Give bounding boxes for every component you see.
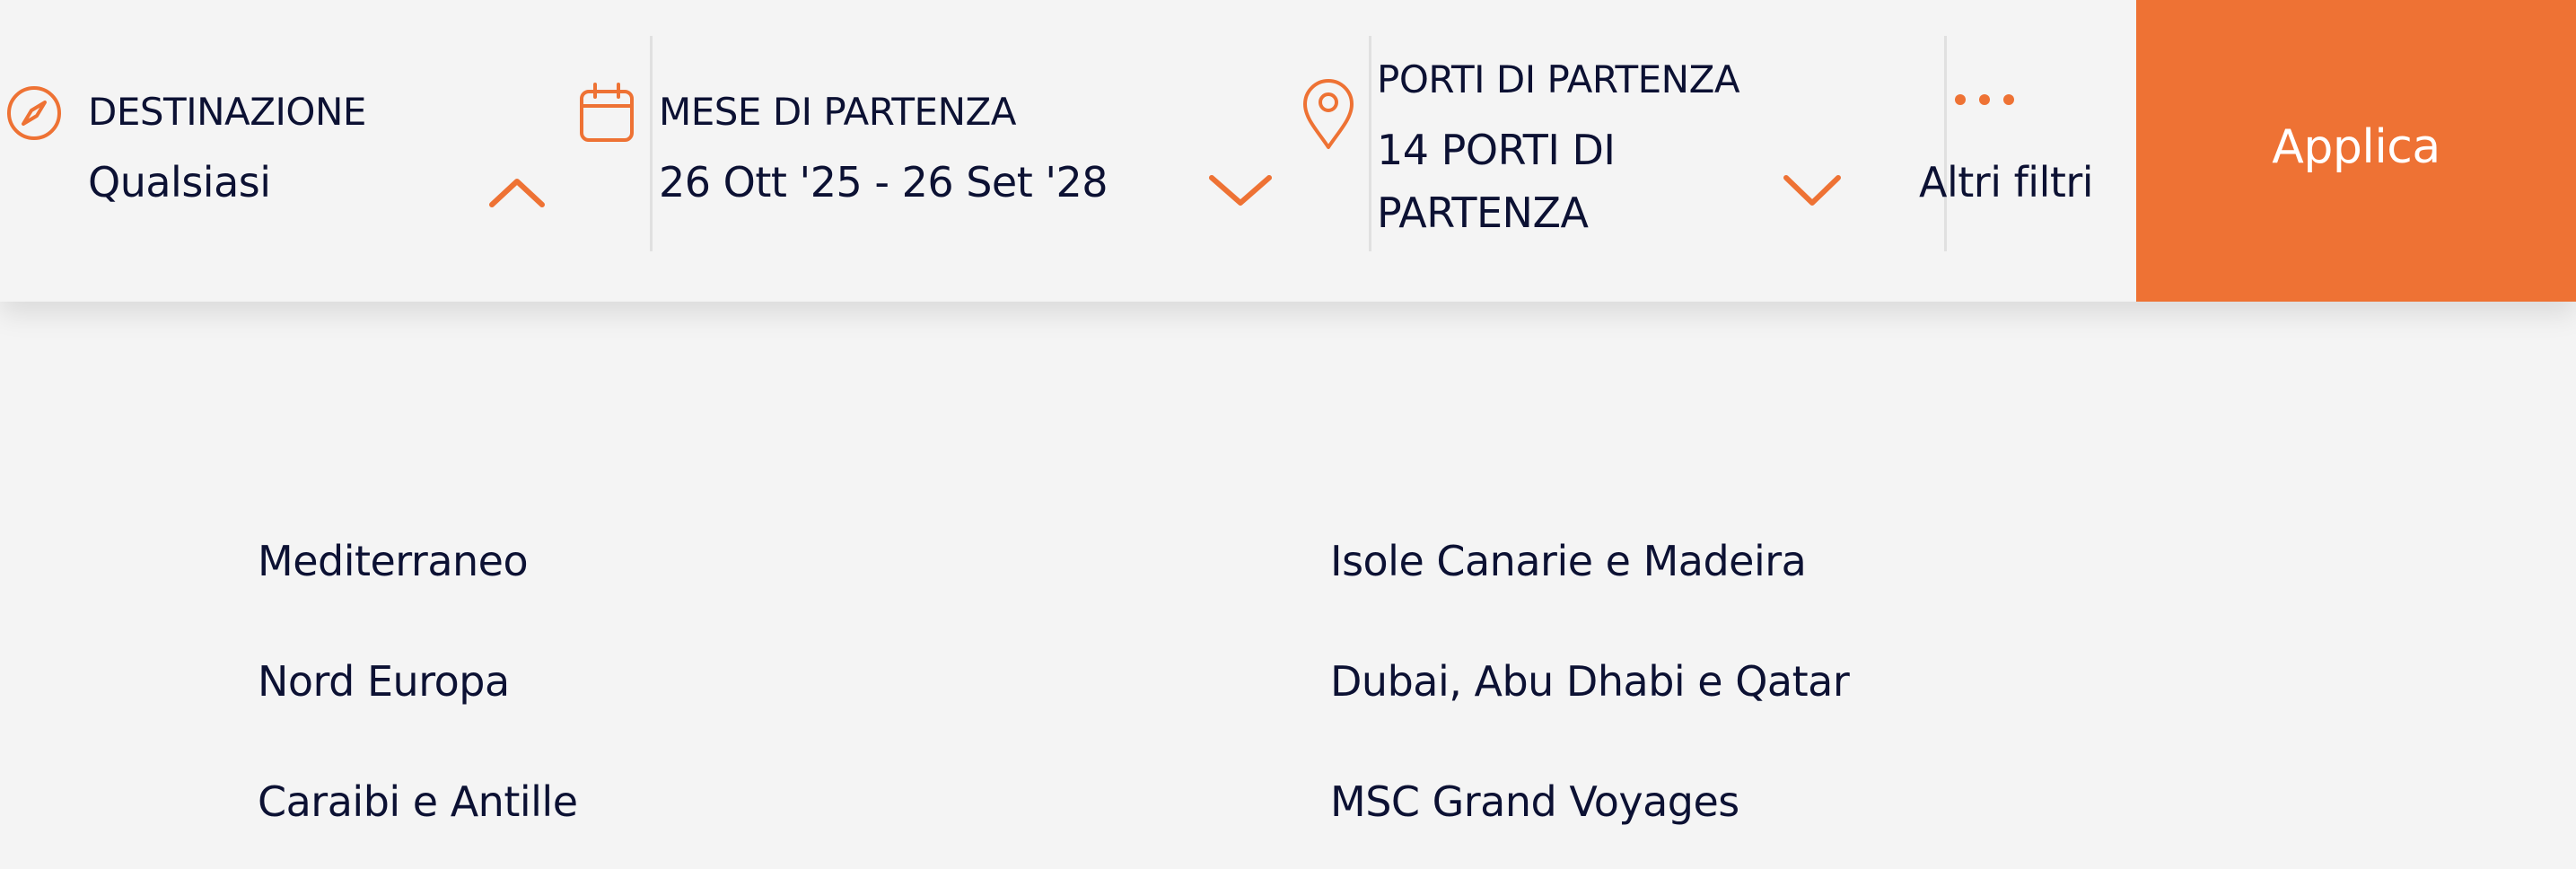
destination-label: DESTINAZIONE: [88, 90, 366, 134]
destination-item[interactable]: Caraibi e Antille: [258, 777, 578, 826]
month-value: 26 Ott '25 - 26 Set '28: [659, 158, 1108, 206]
destination-item[interactable]: Nord Europa: [258, 657, 510, 706]
month-label: MESE DI PARTENZA: [659, 90, 1017, 134]
apply-button[interactable]: Applica: [2136, 0, 2576, 302]
ports-value-line2: PARTENZA: [1377, 189, 1589, 237]
chevron-down-icon[interactable]: [1208, 172, 1273, 212]
more-filters-label: Altri filtri: [1919, 158, 2094, 206]
destination-filter[interactable]: DESTINAZIONE Qualsiasi: [0, 0, 646, 302]
destination-item[interactable]: Isole Canarie e Madeira: [1330, 537, 1807, 585]
month-filter[interactable]: MESE DI PARTENZA 26 Ott '25 - 26 Set '28: [574, 0, 1373, 302]
destination-value: Qualsiasi: [88, 158, 271, 206]
compass-icon: [5, 84, 63, 145]
chevron-down-icon[interactable]: [1783, 172, 1842, 212]
destination-item[interactable]: MSC Grand Voyages: [1330, 777, 1739, 826]
dots-icon: [1953, 92, 2016, 111]
more-filters[interactable]: Altri filtri: [1903, 0, 2136, 302]
map-pin-icon: [1300, 75, 1357, 154]
destination-item[interactable]: Dubai, Abu Dhabi e Qatar: [1330, 657, 1850, 706]
ports-value-line1: 14 PORTI DI: [1377, 126, 1616, 174]
chevron-up-icon[interactable]: [488, 176, 546, 212]
destination-item[interactable]: Mediterraneo: [258, 537, 529, 585]
ports-label: PORTI DI PARTENZA: [1377, 57, 1740, 101]
destination-list: Mediterraneo Nord Europa Caraibi e Antil…: [0, 302, 2576, 869]
calendar-icon: [578, 83, 635, 147]
filter-bar: DESTINAZIONE Qualsiasi MESE DI PARTENZA …: [0, 0, 2576, 302]
ports-filter[interactable]: PORTI DI PARTENZA 14 PORTI DI PARTENZA: [1292, 0, 1867, 302]
